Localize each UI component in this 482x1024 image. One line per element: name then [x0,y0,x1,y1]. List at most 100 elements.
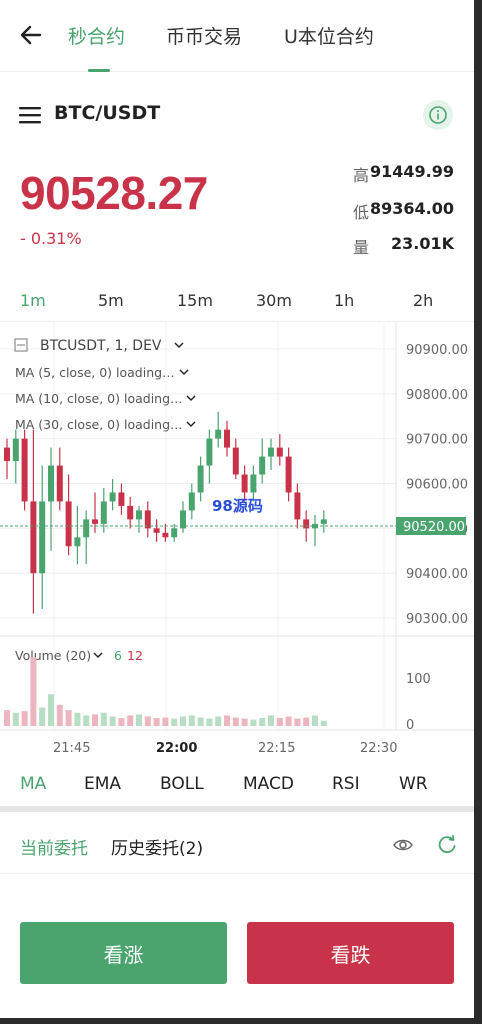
buy-up-button[interactable]: 看涨 [20,922,227,984]
eye-icon[interactable] [392,834,414,856]
chart-legend[interactable]: BTCUSDT, 1, DEV [14,338,184,354]
volume-label: 量 [353,238,370,257]
volume-bar [268,715,274,726]
candle-body [100,501,107,524]
volume-axis-100: 100 [406,672,431,687]
volume-bar [197,717,204,726]
price-axis-label: 90900.00 [406,343,468,358]
volume-bar [136,714,142,726]
last-price: 90528.27 [20,167,208,219]
back-arrow-icon[interactable] [18,22,44,48]
ma30-label: MA (30, close, 0) loading… [15,417,183,432]
candle-body [48,465,54,502]
volume-bar [312,715,318,726]
price-axis-label: 90400.00 [406,567,468,582]
price-axis-label: 90800.00 [406,388,468,403]
candle-body [65,501,72,547]
candle-body [4,447,10,462]
legend-symbol: BTCUSDT, 1, DEV [40,338,162,354]
time-label-2145: 21:45 [53,741,90,756]
volume-bar [65,710,72,726]
volume-bar [320,720,327,726]
volume-bar [224,715,230,726]
candle-body [74,537,81,547]
volume-bar [188,715,195,726]
indicator-boll[interactable]: BOLL [160,774,204,794]
volume-bar [144,716,151,726]
indicator-ema[interactable]: EMA [84,774,121,794]
time-label-2230: 22:30 [360,741,397,756]
candlestick-chart[interactable]: BTCUSDT, 1, DEV MA (5, close, 0) loading… [0,322,474,762]
ma5-label: MA (5, close, 0) loading… [15,365,175,380]
candle-body [241,474,248,493]
time-label-2200: 22:00 [156,741,197,756]
orders-tabs: 当前委托 历史委托(2) [0,822,474,874]
refresh-icon[interactable] [436,834,458,856]
low-label: 低 [353,203,370,222]
volume-bar [303,717,310,726]
interval-1h[interactable]: 1h [334,291,354,310]
candle-body [303,519,310,529]
candle-body [276,447,283,457]
pair-symbol[interactable]: BTC/USDT [54,102,160,124]
menu-icon[interactable] [19,106,41,124]
candle-body [39,501,46,574]
section-divider [0,806,474,812]
candle-body [171,528,178,538]
candle-body [224,429,230,448]
tab-usdt-futures[interactable]: U本位合约 [284,22,374,49]
volume-bar [250,719,257,726]
interval-30m[interactable]: 30m [256,291,292,310]
indicator-ma[interactable]: MA [20,774,46,794]
candle-body [92,519,98,524]
volume-bar [276,718,283,726]
tab-current-orders[interactable]: 当前委托 [20,834,88,859]
high-value: 91449.99 [369,162,454,181]
sell-down-button[interactable]: 看跌 [247,922,454,984]
volume-bar [285,716,292,726]
candle-body [109,492,116,502]
active-tab-indicator [88,69,110,72]
volume-bar [171,718,178,726]
price-axis-label: 90700.00 [406,433,468,448]
tab-spot-trading[interactable]: 币币交易 [166,22,242,49]
candle-body [136,510,142,520]
candle-body [162,532,169,538]
candle-body [259,456,266,475]
indicator-rsi[interactable]: RSI [332,774,360,794]
volume-bar [48,694,54,726]
indicator-tabs: MA EMA BOLL MACD RSI WR [0,766,474,806]
volume-axis-0: 0 [406,718,414,733]
interval-15m[interactable]: 15m [177,291,213,310]
volume-bar [39,707,46,726]
volume-bar [294,718,301,726]
volume-bar [83,715,90,726]
interval-1m[interactable]: 1m [20,291,46,310]
volume-bar [153,718,160,726]
ma10-label: MA (10, close, 0) loading… [15,391,183,406]
info-icon[interactable] [423,100,453,130]
volume-bar [100,712,107,726]
candle-body [56,465,63,502]
low-value: 89364.00 [369,199,454,218]
price-chart[interactable]: BTCUSDT, 1, DEV MA (5, close, 0) loading… [0,322,474,762]
ma-legend[interactable]: MA (5, close, 0) loading… MA (10, close,… [15,365,196,432]
tab-second-contract[interactable]: 秒合约 [68,22,125,49]
volume-bar [21,711,28,726]
tab-order-history[interactable]: 历史委托(2) [111,834,203,859]
interval-2h[interactable]: 2h [413,291,433,310]
volume-bar [206,718,213,726]
candle-body [188,492,195,511]
volume-bar [162,717,169,726]
volume-bar [30,657,37,726]
volume-bar [259,718,266,726]
candle-body [320,519,327,524]
volume-bar [56,704,63,726]
candle-body [127,505,134,520]
interval-5m[interactable]: 5m [98,291,124,310]
volume-bar [127,715,134,726]
candle-body [21,438,28,502]
indicator-macd[interactable]: MACD [243,774,294,794]
indicator-wr[interactable]: WR [399,774,428,794]
candle-body [118,492,125,506]
